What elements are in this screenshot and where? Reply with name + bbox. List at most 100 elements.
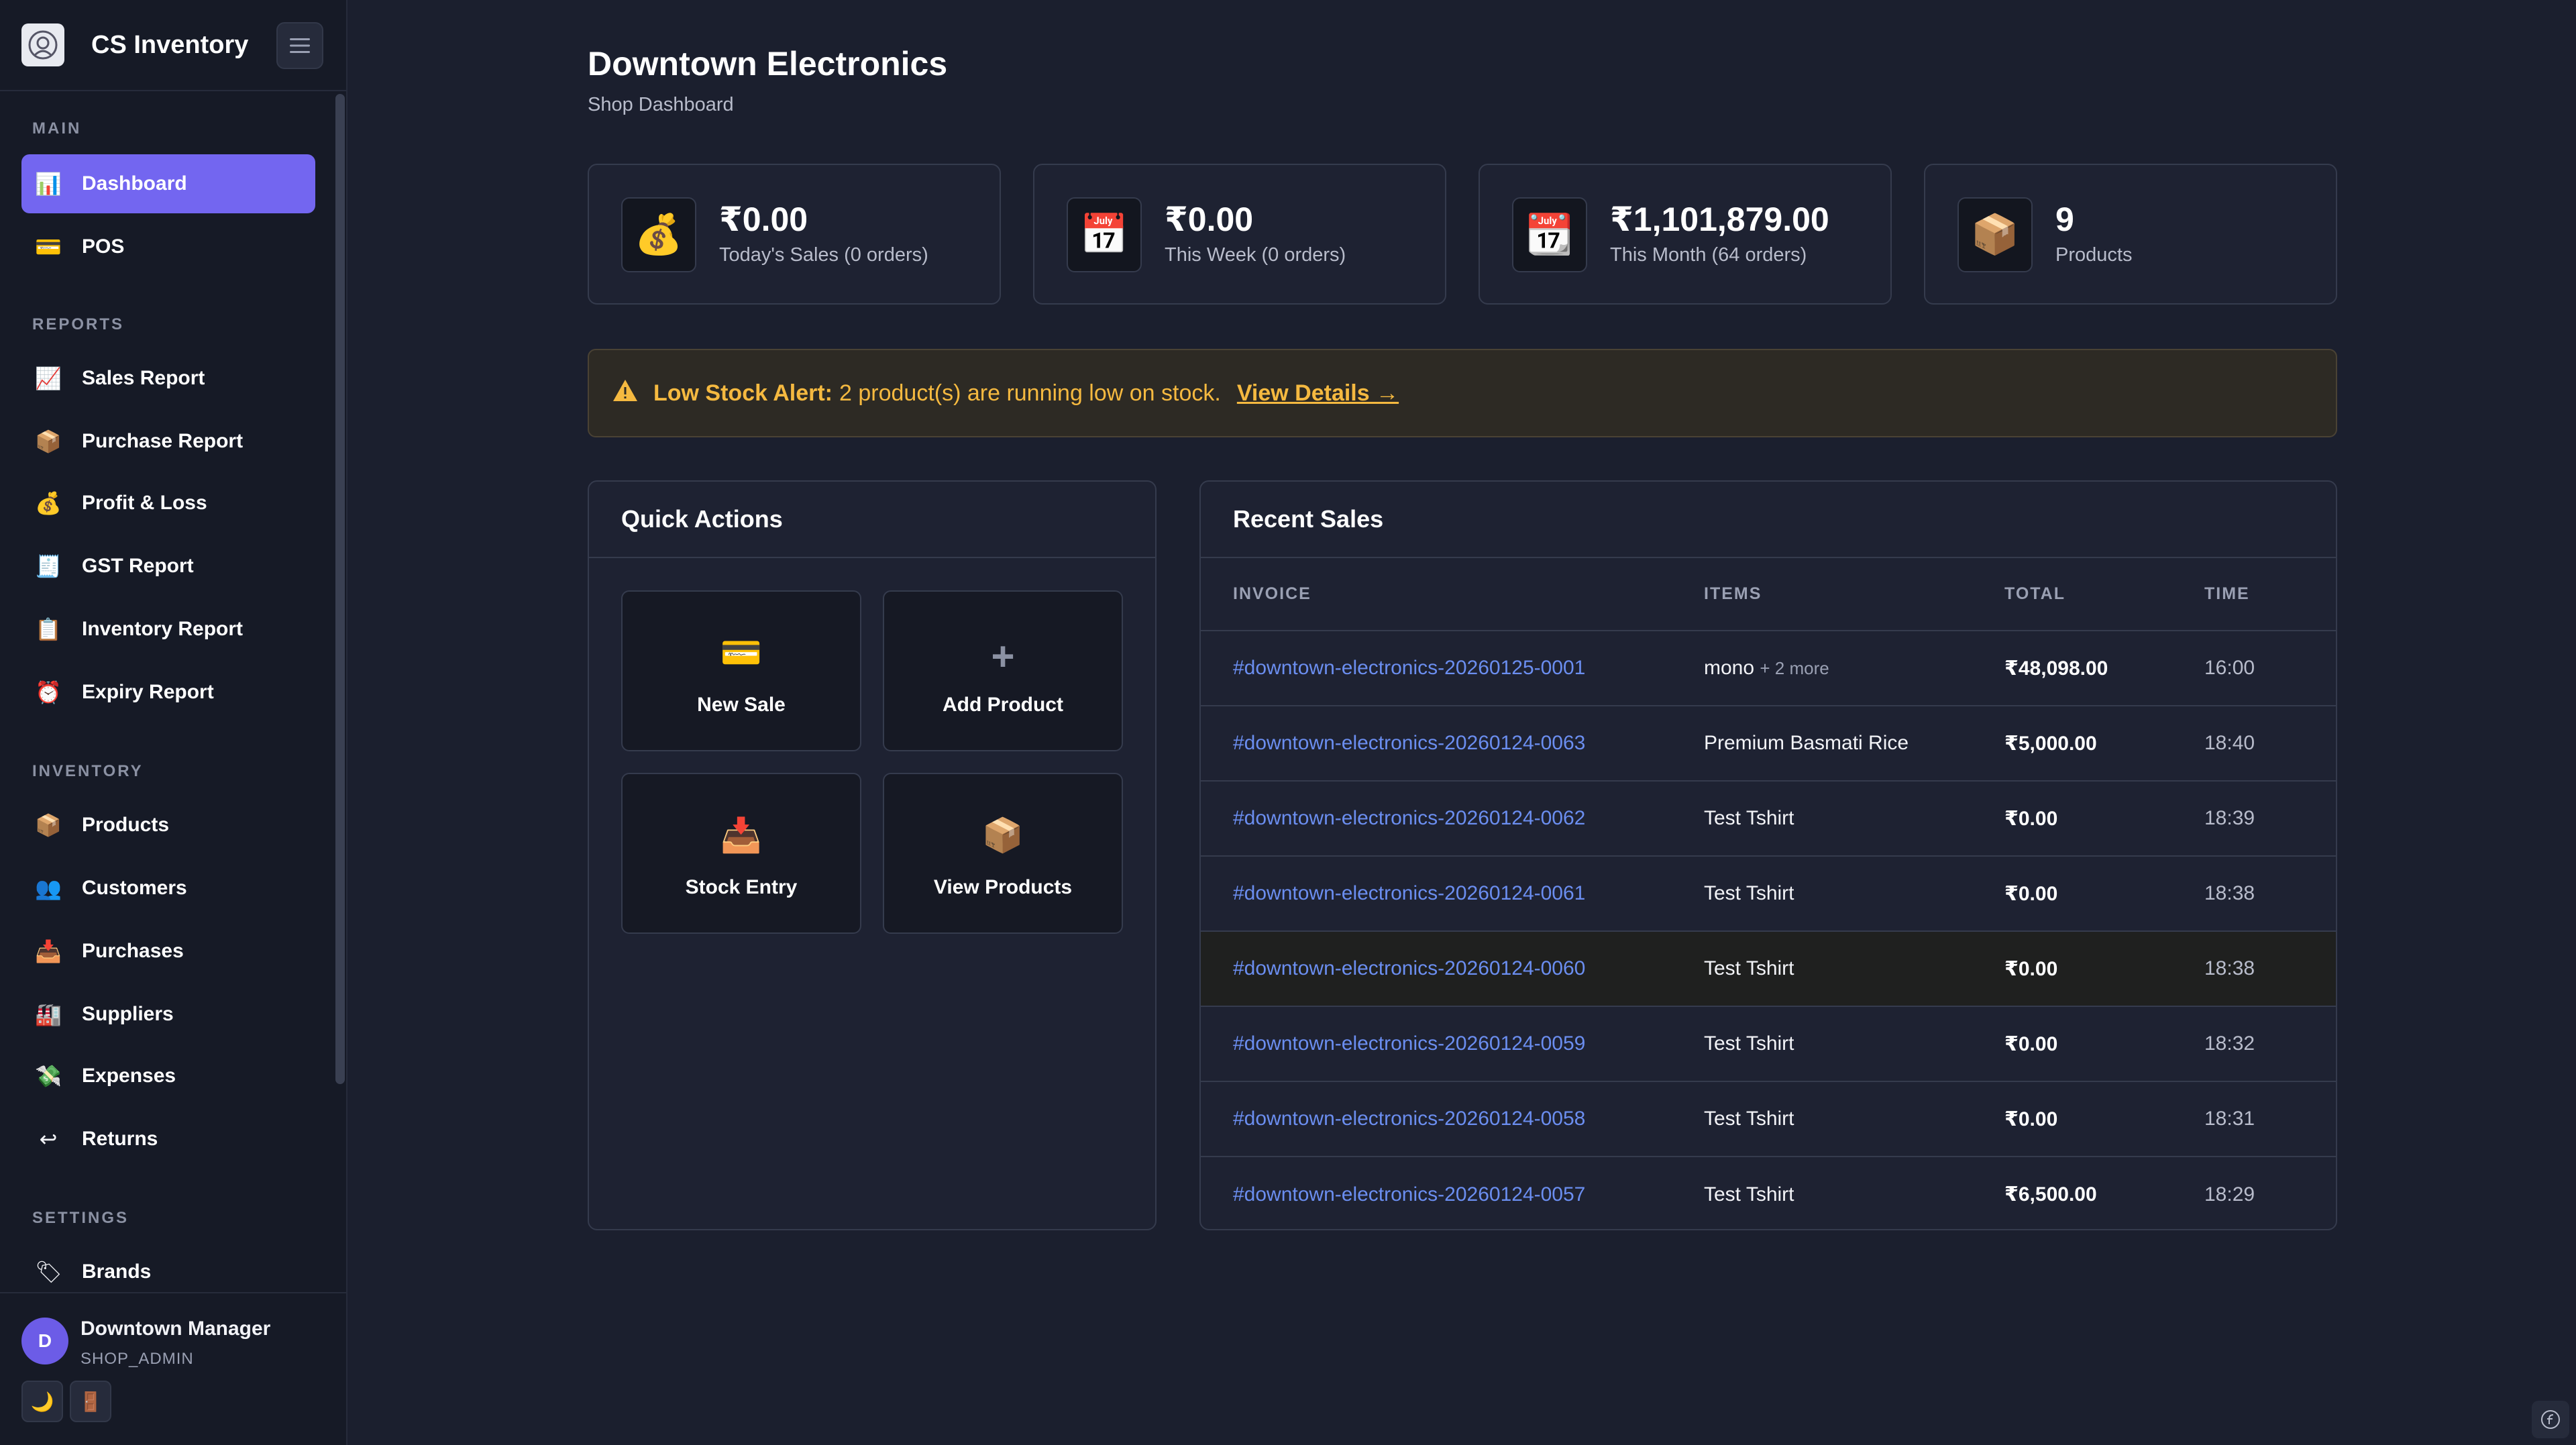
package-icon: 📦 <box>981 816 1024 854</box>
sidebar-footer: D Downtown Manager SHOP_ADMIN 🌙 🚪 <box>0 1292 346 1445</box>
invoice-link[interactable]: #downtown-electronics-20260124-0057 <box>1233 1183 1585 1206</box>
sidebar-item-expiry-report[interactable]: ⏰ Expiry Report <box>21 663 315 722</box>
calendar-icon: 📅 <box>1067 197 1142 272</box>
column-header-total: TOTAL <box>2004 558 2204 631</box>
nav-section-reports: REPORTS <box>32 315 125 333</box>
receipt-icon: 🧾 <box>35 554 62 578</box>
view-details-link[interactable]: View Details → <box>1237 380 1399 407</box>
stock-entry-label: Stock Entry <box>685 876 798 898</box>
sidebar-scrollbar[interactable] <box>335 94 345 1084</box>
sidebar-item-label: GST Report <box>82 555 194 577</box>
sidebar-item-label: Profit & Loss <box>82 492 207 514</box>
more-items-badge: + 2 more <box>1760 658 1829 678</box>
table-row[interactable]: #downtown-electronics-20260124-0062 Test… <box>1201 781 2336 857</box>
add-product-button[interactable]: + Add Product <box>883 590 1123 751</box>
sidebar-nav: MAIN 📊 Dashboard 💳 POS REPORTS 📈 Sales R… <box>0 93 335 1292</box>
quick-actions-panel: Quick Actions 💳 New Sale + Add Product 📥… <box>588 480 1157 1230</box>
items-cell: mono <box>1704 657 1755 679</box>
time-cell: 18:38 <box>2204 931 2336 1007</box>
theme-toggle-moon-icon[interactable]: 🌙 <box>21 1381 63 1422</box>
recent-sales-title: Recent Sales <box>1201 482 2336 558</box>
time-cell: 16:00 <box>2204 631 2336 706</box>
sidebar-item-purchase-report[interactable]: 📦 Purchase Report <box>21 412 315 471</box>
total-cell: ₹0.00 <box>2004 781 2204 857</box>
table-row-highlighted[interactable]: #downtown-electronics-20260124-0060 Test… <box>1201 931 2336 1007</box>
sidebar-item-label: Inventory Report <box>82 618 244 640</box>
stock-entry-button[interactable]: 📥 Stock Entry <box>621 773 861 934</box>
invoice-link[interactable]: #downtown-electronics-20260125-0001 <box>1233 657 1585 679</box>
app-logo-icon <box>21 23 64 66</box>
sidebar-item-returns[interactable]: ↩ Returns <box>21 1110 315 1169</box>
new-sale-button[interactable]: 💳 New Sale <box>621 590 861 751</box>
time-cell: 18:40 <box>2204 706 2336 782</box>
invoice-link[interactable]: #downtown-electronics-20260124-0063 <box>1233 732 1585 754</box>
sidebar-item-label: Expiry Report <box>82 681 214 703</box>
sidebar-item-inventory-report[interactable]: 📋 Inventory Report <box>21 600 315 659</box>
sidebar-item-gst-report[interactable]: 🧾 GST Report <box>21 537 315 596</box>
invoice-link[interactable]: #downtown-electronics-20260124-0059 <box>1233 1032 1585 1055</box>
stat-label: Today's Sales (0 orders) <box>719 244 928 266</box>
invoice-link[interactable]: #downtown-electronics-20260124-0061 <box>1233 882 1585 904</box>
logout-door-icon[interactable]: 🚪 <box>70 1381 111 1422</box>
table-row[interactable]: #downtown-electronics-20260124-0059 Test… <box>1201 1006 2336 1082</box>
table-row[interactable]: #downtown-electronics-20260125-0001 mono… <box>1201 631 2336 706</box>
sidebar-item-pos[interactable]: 💳 POS <box>21 217 315 276</box>
sidebar-item-expenses[interactable]: 💸 Expenses <box>21 1047 315 1106</box>
sidebar-header: CS Inventory <box>0 0 346 91</box>
sidebar-item-purchases[interactable]: 📥 Purchases <box>21 922 315 981</box>
low-stock-alert: Low Stock Alert: 2 product(s) are runnin… <box>588 349 2337 437</box>
inbox-tray-icon: 📥 <box>720 816 763 854</box>
table-row[interactable]: #downtown-electronics-20260124-0057 Test… <box>1201 1157 2336 1229</box>
sidebar-item-label: Products <box>82 814 170 836</box>
table-row[interactable]: #downtown-electronics-20260124-0063 Prem… <box>1201 706 2336 782</box>
sidebar-item-customers[interactable]: 👥 Customers <box>21 859 315 918</box>
invoice-link[interactable]: #downtown-electronics-20260124-0058 <box>1233 1108 1585 1130</box>
items-cell: Test Tshirt <box>1704 1032 1794 1055</box>
tear-off-calendar-icon: 📆 <box>1512 197 1587 272</box>
table-header-row: INVOICE ITEMS TOTAL TIME <box>1201 558 2336 631</box>
items-cell: Test Tshirt <box>1704 807 1794 829</box>
nav-section-main: MAIN <box>32 119 82 138</box>
stat-label: This Month (64 orders) <box>1610 244 1807 266</box>
total-cell: ₹5,000.00 <box>2004 706 2204 782</box>
invoice-link[interactable]: #downtown-electronics-20260124-0062 <box>1233 807 1585 829</box>
sidebar-item-profit-loss[interactable]: 💰 Profit & Loss <box>21 474 315 533</box>
items-cell: Test Tshirt <box>1704 957 1794 979</box>
sidebar-item-label: POS <box>82 235 125 258</box>
stat-label: Products <box>2055 244 2133 266</box>
package-icon: 📦 <box>1957 197 2033 272</box>
stat-value: 9 <box>2055 201 2074 238</box>
recent-sales-table: INVOICE ITEMS TOTAL TIME #downtown-elect… <box>1201 558 2336 1229</box>
view-products-button[interactable]: 📦 View Products <box>883 773 1123 934</box>
items-cell: Premium Basmati Rice <box>1704 732 1909 754</box>
sidebar-item-products[interactable]: 📦 Products <box>21 796 315 855</box>
stat-value: ₹0.00 <box>719 201 808 238</box>
sidebar-item-dashboard[interactable]: 📊 Dashboard <box>21 154 315 213</box>
stat-card-products: 📦 9 Products <box>1924 164 2337 305</box>
hamburger-menu-icon[interactable] <box>276 22 323 69</box>
debug-toolbar-icon[interactable] <box>2532 1401 2569 1438</box>
quick-actions-title: Quick Actions <box>589 482 1155 558</box>
table-row[interactable]: #downtown-electronics-20260124-0058 Test… <box>1201 1081 2336 1157</box>
items-cell: Test Tshirt <box>1704 882 1794 904</box>
alert-title: Low Stock Alert: <box>653 380 833 406</box>
sidebar-item-brands[interactable]: 🏷 Brands <box>21 1242 315 1292</box>
recent-sales-panel: Recent Sales INVOICE ITEMS TOTAL TIME #d… <box>1199 480 2337 1230</box>
page-title: Downtown Electronics <box>588 45 948 83</box>
time-cell: 18:39 <box>2204 781 2336 857</box>
sidebar-item-label: Brands <box>82 1261 152 1283</box>
table-row[interactable]: #downtown-electronics-20260124-0061 Test… <box>1201 856 2336 932</box>
sidebar-item-suppliers[interactable]: 🏭 Suppliers <box>21 985 315 1044</box>
nav-section-inventory: INVENTORY <box>32 762 144 780</box>
alert-message: 2 product(s) are running low on stock. <box>839 380 1221 406</box>
sidebar-item-label: Dashboard <box>82 172 187 195</box>
avatar[interactable]: D <box>21 1318 68 1364</box>
sidebar-item-sales-report[interactable]: 📈 Sales Report <box>21 349 315 408</box>
page-subtitle: Shop Dashboard <box>588 94 734 115</box>
money-bag-icon: 💰 <box>35 491 62 515</box>
user-name: Downtown Manager <box>80 1318 271 1340</box>
column-header-time: TIME <box>2204 558 2336 631</box>
time-cell: 18:29 <box>2204 1183 2255 1206</box>
stat-value: ₹0.00 <box>1165 201 1254 238</box>
invoice-link[interactable]: #downtown-electronics-20260124-0060 <box>1233 957 1585 979</box>
